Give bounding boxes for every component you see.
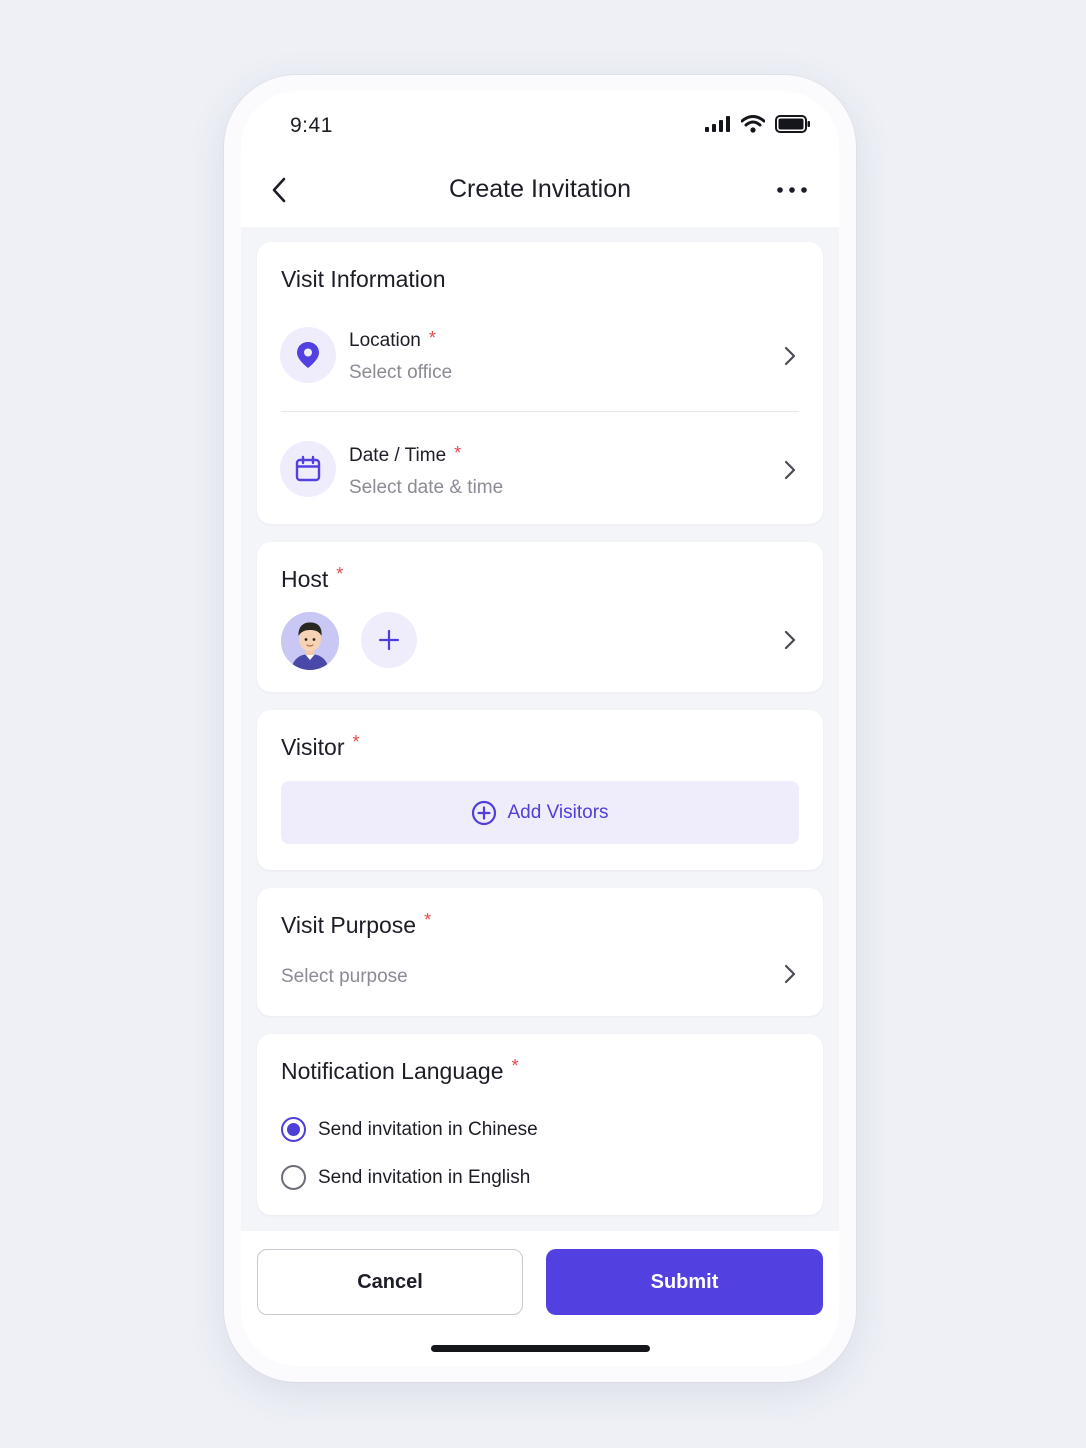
signal-icon xyxy=(705,116,730,132)
calendar-icon xyxy=(280,441,336,497)
bottom-action-bar: Cancel Submit xyxy=(241,1231,839,1366)
visitor-card: Visitor * Add Visitors xyxy=(257,710,823,870)
nav-bar: Create Invitation xyxy=(241,161,839,227)
radio-label: Send invitation in English xyxy=(318,1166,531,1188)
status-time: 9:41 xyxy=(290,114,333,137)
required-marker: * xyxy=(454,443,462,463)
app-screen: 9:41 Create Invitation Visit Information… xyxy=(241,91,839,1366)
radio-checked[interactable] xyxy=(281,1117,306,1142)
required-marker: * xyxy=(428,328,436,348)
required-marker: * xyxy=(352,732,360,752)
required-marker: * xyxy=(336,564,344,584)
add-visitors-button[interactable]: Add Visitors xyxy=(281,781,799,844)
avatar[interactable] xyxy=(281,612,339,670)
visit-information-title: Visit Information xyxy=(281,266,446,292)
radio-unchecked[interactable] xyxy=(281,1165,306,1190)
date-time-label: Date / Time * xyxy=(349,443,462,466)
notification-language-card: Notification Language * Send invitation i… xyxy=(257,1034,823,1215)
status-bar: 9:41 xyxy=(241,91,839,161)
location-label: Location * xyxy=(349,328,436,351)
chevron-right-icon xyxy=(784,346,796,366)
host-title: Host * xyxy=(281,564,344,592)
cancel-button[interactable]: Cancel xyxy=(257,1249,523,1315)
plus-icon xyxy=(378,629,400,651)
phone-frame: 9:41 Create Invitation Visit Information… xyxy=(224,75,856,1382)
required-marker: * xyxy=(424,910,432,930)
home-indicator xyxy=(431,1345,650,1352)
location-value: Select office xyxy=(349,362,453,383)
battery-icon xyxy=(775,115,810,133)
more-horizontal-icon[interactable] xyxy=(775,175,809,205)
divider xyxy=(281,411,799,412)
add-visitors-label: Add Visitors xyxy=(507,801,609,823)
required-marker: * xyxy=(511,1056,519,1076)
visit-information-card: Visit Information Location * Select offic… xyxy=(257,242,823,524)
visit-purpose-card[interactable]: Visit Purpose * Select purpose xyxy=(257,888,823,1016)
wifi-icon xyxy=(741,115,765,133)
radio-label: Send invitation in Chinese xyxy=(318,1118,538,1140)
visit-purpose-value: Select purpose xyxy=(281,966,408,987)
chevron-right-icon[interactable] xyxy=(781,629,799,651)
host-card: Host * xyxy=(257,542,823,692)
visit-purpose-title: Visit Purpose * xyxy=(281,910,432,938)
visitor-title: Visitor * xyxy=(281,732,360,760)
language-option-english[interactable]: Send invitation in English xyxy=(281,1165,530,1190)
date-time-row[interactable]: Date / Time * Select date & time xyxy=(257,419,823,519)
add-host-button[interactable] xyxy=(361,612,417,668)
page-title: Create Invitation xyxy=(448,175,632,203)
date-time-value: Select date & time xyxy=(349,477,504,498)
notification-language-title: Notification Language * xyxy=(281,1056,519,1084)
plus-circle-icon xyxy=(472,800,497,825)
map-pin-icon xyxy=(280,327,336,383)
system-icons xyxy=(705,115,811,133)
location-row[interactable]: Location * Select office xyxy=(257,305,823,405)
submit-button[interactable]: Submit xyxy=(546,1249,823,1315)
chevron-right-icon xyxy=(784,460,796,480)
chevron-right-icon xyxy=(784,964,796,984)
language-option-chinese[interactable]: Send invitation in Chinese xyxy=(281,1117,538,1142)
